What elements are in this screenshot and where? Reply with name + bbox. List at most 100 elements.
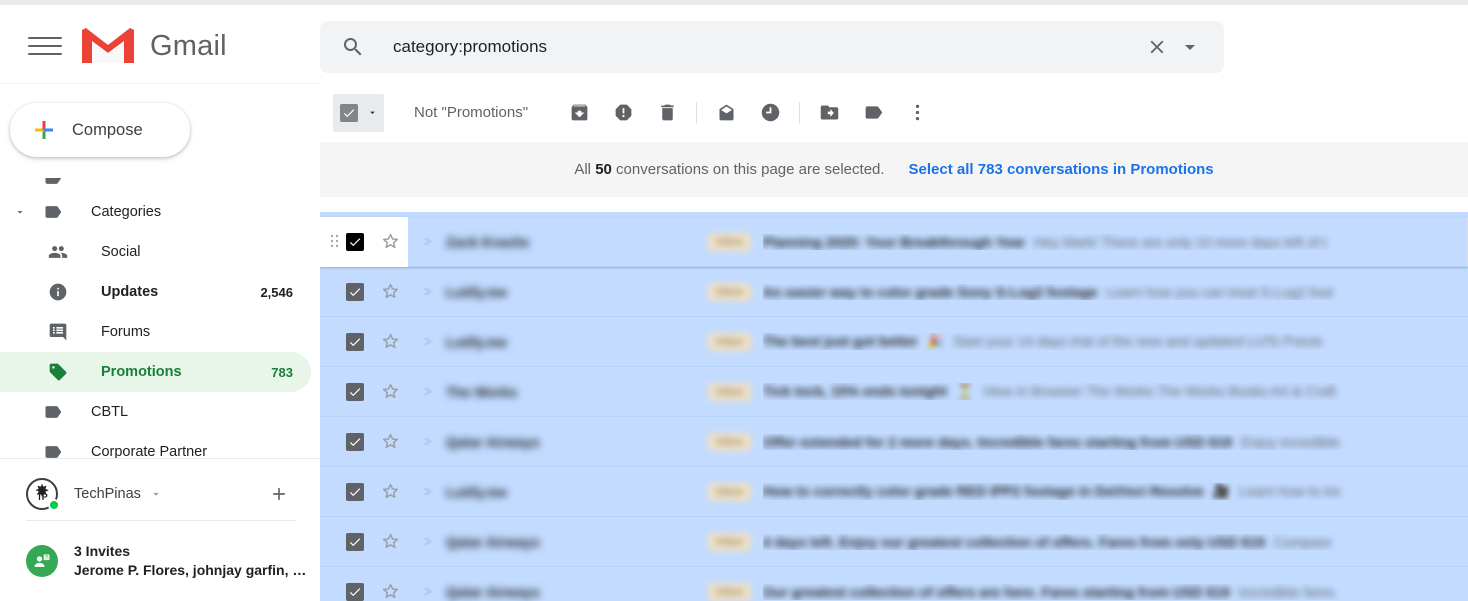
table-row[interactable]: Qatar Airways Inbox Offer extended for 2 m…	[320, 417, 1468, 467]
report-spam-icon	[615, 104, 631, 121]
snooze-button[interactable]	[748, 91, 792, 135]
chevron-down-icon[interactable]	[367, 107, 378, 118]
sidebar-item-social[interactable]: Social	[0, 232, 311, 272]
row-star[interactable]	[372, 317, 408, 367]
checkbox-checked-icon	[346, 432, 364, 451]
importance-marker-icon[interactable]	[420, 484, 435, 499]
row-subject: Planning 2020: Your Breakthrough Year	[762, 233, 1026, 250]
invite-text: 3 Invites Jerome P. Flores, johnjay garf…	[74, 542, 306, 580]
chevron-down-icon[interactable]	[14, 206, 26, 218]
mark-unread-button[interactable]	[704, 91, 748, 135]
table-row[interactable]: The Works Inbox Tick tock, 15% ends tonigh…	[320, 367, 1468, 417]
importance-marker-icon[interactable]	[420, 334, 435, 349]
row-star[interactable]	[372, 417, 408, 467]
row-star[interactable]	[372, 467, 408, 517]
star-icon[interactable]	[380, 531, 401, 552]
row-label-chip[interactable]: Inbox	[708, 432, 751, 451]
star-icon[interactable]	[380, 481, 401, 502]
table-row[interactable]: Lutify.me Inbox An easier way to color gra…	[320, 267, 1468, 317]
sidebar-item-categories[interactable]: Categories	[0, 192, 311, 232]
importance-marker-icon[interactable]	[420, 584, 435, 599]
row-importance[interactable]	[408, 434, 446, 449]
account-name: TechPinas	[74, 486, 141, 502]
hamburger-icon[interactable]	[28, 32, 62, 60]
row-star[interactable]	[372, 567, 408, 601]
sidebar-nav-list: Categories Social Updates 2,546 Forums Promot…	[0, 178, 311, 472]
row-star[interactable]	[372, 216, 408, 267]
sidebar-item-updates[interactable]: Updates 2,546	[0, 272, 311, 312]
importance-marker-icon[interactable]	[420, 234, 435, 249]
star-icon[interactable]	[380, 581, 401, 601]
row-star[interactable]	[372, 517, 408, 567]
sidebar-item-cbtl[interactable]: CBTL	[0, 392, 311, 432]
search-bar[interactable]	[320, 21, 1224, 73]
star-icon[interactable]	[380, 281, 401, 302]
report-spam-button[interactable]	[601, 91, 645, 135]
row-importance[interactable]	[408, 234, 446, 249]
row-label-chip[interactable]: Inbox	[708, 332, 751, 351]
chevron-down-icon[interactable]	[1178, 35, 1202, 59]
select-all-conversations-link[interactable]: Select all 783 conversations in Promotio…	[909, 161, 1214, 178]
star-icon[interactable]	[380, 381, 401, 402]
row-importance[interactable]	[408, 534, 446, 549]
importance-marker-icon[interactable]	[420, 534, 435, 549]
star-icon[interactable]	[380, 431, 401, 452]
row-label-chip[interactable]: Inbox	[708, 382, 751, 401]
row-label-chip[interactable]: Inbox	[708, 282, 751, 301]
people-icon	[48, 242, 68, 262]
row-importance[interactable]	[408, 384, 446, 399]
table-row[interactable]: Qatar Airways Inbox 4 days left. Enjoy our…	[320, 517, 1468, 567]
importance-marker-icon[interactable]	[420, 434, 435, 449]
sidebar-item-forums[interactable]: Forums	[0, 312, 311, 352]
sidebar-item-count: 2,546	[260, 284, 293, 300]
row-importance[interactable]	[408, 584, 446, 599]
row-label-chip[interactable]: Inbox	[708, 582, 751, 601]
select-all-checkbox[interactable]	[333, 93, 384, 132]
close-icon[interactable]	[1146, 36, 1168, 58]
sidebar-item-promotions[interactable]: Promotions 783	[0, 352, 311, 392]
compose-label: Compose	[72, 120, 143, 139]
row-importance[interactable]	[408, 334, 446, 349]
search-input[interactable]	[393, 37, 1146, 57]
sidebar-item-partial-above[interactable]	[0, 178, 311, 192]
delete-button[interactable]	[645, 91, 689, 135]
importance-marker-icon[interactable]	[420, 284, 435, 299]
archive-button[interactable]	[557, 91, 601, 135]
gmail-logo-icon	[82, 28, 134, 63]
labels-button[interactable]	[851, 91, 895, 135]
checkbox-checked-icon	[346, 532, 364, 551]
table-row[interactable]: Zack Kravits Inbox Planning 2020: Your Bre…	[320, 216, 1468, 267]
row-star[interactable]	[372, 267, 408, 317]
drag-handle-icon[interactable]	[330, 234, 340, 250]
row-subject-wrap: How to correctly color grade RED IPP2 fo…	[763, 483, 1468, 500]
row-emoji: ⏳	[956, 383, 974, 399]
row-label-chip[interactable]: Inbox	[708, 532, 751, 551]
account-switcher[interactable]: TP TechPinas	[0, 471, 311, 517]
checkbox-checked-icon	[346, 482, 364, 501]
row-snippet: Learn how you can treat S-Log2 foot	[1106, 283, 1333, 300]
row-importance[interactable]	[408, 484, 446, 499]
row-sender: Qatar Airways	[446, 533, 540, 550]
table-row[interactable]: Lutify.me Inbox The best just got better 🎉 S…	[320, 317, 1468, 367]
gmail-logo[interactable]: Gmail	[80, 25, 227, 67]
move-to-button[interactable]	[807, 91, 851, 135]
row-star[interactable]	[372, 367, 408, 417]
importance-marker-icon[interactable]	[420, 384, 435, 399]
more-options-button[interactable]	[895, 91, 939, 135]
star-icon[interactable]	[380, 331, 401, 352]
invites-item[interactable]: ? 3 Invites Jerome P. Flores, johnjay ga…	[0, 533, 311, 589]
not-promotions-button[interactable]: Not "Promotions"	[414, 104, 528, 121]
row-label-chip[interactable]: Inbox	[708, 232, 751, 251]
row-label-chip[interactable]: Inbox	[708, 482, 751, 501]
clock-icon	[761, 103, 779, 122]
sidebar-item-corporate-partner[interactable]: Corporate Partner	[0, 432, 311, 472]
sidebar-item-label: Updates	[101, 284, 159, 300]
star-icon[interactable]	[380, 231, 401, 252]
table-row[interactable]: Lutify.me Inbox How to correctly color gra…	[320, 467, 1468, 517]
compose-button[interactable]: Compose	[10, 103, 190, 157]
table-row[interactable]: Qatar Airways Inbox Our greatest collectio…	[320, 567, 1468, 601]
invite-avatar-icon: ?	[26, 545, 58, 577]
add-account-icon[interactable]	[269, 484, 289, 504]
chevron-down-icon[interactable]	[149, 487, 163, 501]
row-importance[interactable]	[408, 284, 446, 299]
